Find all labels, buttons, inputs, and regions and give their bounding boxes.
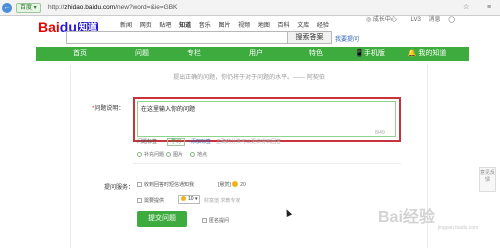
- anonymous-label: 匿名提问: [209, 218, 230, 224]
- location-icon: [190, 152, 195, 157]
- anonymous-option[interactable]: 匿名提问: [202, 217, 229, 224]
- feedback-button[interactable]: 意见反馈: [479, 167, 496, 192]
- nav-home[interactable]: 首页: [58, 47, 102, 61]
- nav-video[interactable]: 视频: [238, 23, 250, 29]
- menu-icon[interactable]: ≡: [487, 3, 491, 13]
- coin-icon: [181, 196, 186, 201]
- expert-label: 需要提供: [144, 198, 165, 204]
- avatar[interactable]: ◯: [448, 17, 455, 23]
- wealth-select[interactable]: 10 ▾: [178, 195, 200, 204]
- ask-form-panel: [70, 65, 428, 248]
- reward-label: [悬赏]: [218, 182, 231, 188]
- star-icon[interactable]: ☆: [463, 3, 469, 13]
- question-label-text: 问题说明：: [94, 106, 125, 112]
- add-tag-button[interactable]: +添加标签: [188, 138, 211, 146]
- sms-notify-option[interactable]: 收到回答时短信通知我: [137, 181, 194, 188]
- nav-baike[interactable]: 百科: [278, 23, 290, 29]
- sms-checkbox[interactable]: [137, 182, 142, 187]
- growth-center-link[interactable]: 成长中心: [373, 17, 397, 23]
- url-domain: zhidao.baidu.com: [64, 4, 116, 11]
- level-badge[interactable]: LV3: [411, 17, 421, 23]
- location-label: 地点: [197, 152, 208, 158]
- supplement-label: 补充问题: [144, 152, 165, 158]
- question-text: 在这里输入你的问题: [141, 107, 196, 113]
- logo-bai: Bai: [38, 19, 60, 35]
- location-option[interactable]: 地点: [190, 151, 207, 158]
- nav-news[interactable]: 新闻: [120, 23, 132, 29]
- search-input[interactable]: [66, 31, 288, 44]
- coin-icon: [232, 181, 239, 187]
- wealth-select-value: 10: [188, 196, 194, 202]
- top-nav: 新闻 网页 贴吧 知道 音乐 图片 视频 地图 百科 文库 经验: [120, 20, 335, 29]
- reward-value: 20: [240, 182, 246, 188]
- user-bar-icon[interactable]: ◎: [366, 17, 371, 23]
- image-option[interactable]: 图片: [166, 151, 183, 158]
- watermark-logo: Bai经验: [378, 209, 435, 226]
- nav-jingyan[interactable]: 经验: [317, 23, 329, 29]
- url-field[interactable]: http://zhidao.baidu.com/new?word=&ie=GBK: [48, 3, 177, 13]
- nav-zhidao[interactable]: 知道: [179, 23, 191, 29]
- url-prefix: http://: [48, 4, 65, 11]
- url-path: /new?word=&ie=GBK: [115, 4, 178, 11]
- nav-questions[interactable]: 问题: [120, 47, 164, 61]
- supplement-icon: [137, 152, 142, 157]
- image-label: 图片: [173, 152, 184, 158]
- nav-columns[interactable]: 专栏: [172, 47, 216, 61]
- nav-users[interactable]: 用户: [234, 47, 278, 61]
- question-label: *问题说明：: [92, 103, 124, 112]
- back-icon[interactable]: ←: [2, 3, 12, 13]
- browser-tab-selector[interactable]: 百度 ▾: [16, 3, 41, 13]
- reward-field[interactable]: [悬赏] 20: [218, 181, 246, 188]
- nav-my-zhidao[interactable]: 🔔 我的知道: [398, 47, 456, 61]
- nav-tieba[interactable]: 贴吧: [159, 23, 171, 29]
- watermark-url: jingyan.baidu.com: [438, 225, 479, 231]
- search-answer-button[interactable]: 搜索答案: [288, 31, 332, 44]
- message-link[interactable]: 消息: [429, 17, 441, 23]
- nav-map[interactable]: 地图: [258, 23, 270, 29]
- nav-wenku[interactable]: 文库: [297, 23, 309, 29]
- ask-question-link[interactable]: 我要提问: [335, 34, 359, 43]
- expert-option[interactable]: 需要提供: [137, 197, 164, 204]
- nav-features[interactable]: 特色: [294, 47, 338, 61]
- tag-hint: 正确的分类可以更快得到回答: [216, 139, 282, 145]
- nav-mobile[interactable]: 📱手机版: [350, 47, 390, 61]
- tag-label: 问题标签: [137, 139, 158, 145]
- sms-label: 收到回答时短信通知我: [144, 182, 195, 188]
- service-label: 提问服务：: [104, 185, 135, 191]
- user-bar: ◎ 成长中心 LV3 消息 ◯: [366, 16, 455, 24]
- anonymous-checkbox[interactable]: [202, 218, 207, 223]
- supplement-option[interactable]: 补充问题: [137, 151, 164, 158]
- expert-hint: 财富值 求教专家: [204, 198, 241, 204]
- expert-checkbox[interactable]: [137, 198, 142, 203]
- nav-web[interactable]: 网页: [140, 23, 152, 29]
- tag-chip[interactable]: 学习: [167, 138, 186, 146]
- nav-music[interactable]: 音乐: [199, 23, 211, 29]
- image-icon: [166, 152, 171, 157]
- nav-images[interactable]: 图片: [218, 23, 230, 29]
- submit-question-button[interactable]: 提交问题: [137, 211, 187, 227]
- char-counter: 8/49: [375, 130, 385, 136]
- ask-tip: 提出正确的问题，你仍将于对于问题的水平。—— 阿契伯: [173, 75, 325, 81]
- form-divider: [133, 163, 401, 164]
